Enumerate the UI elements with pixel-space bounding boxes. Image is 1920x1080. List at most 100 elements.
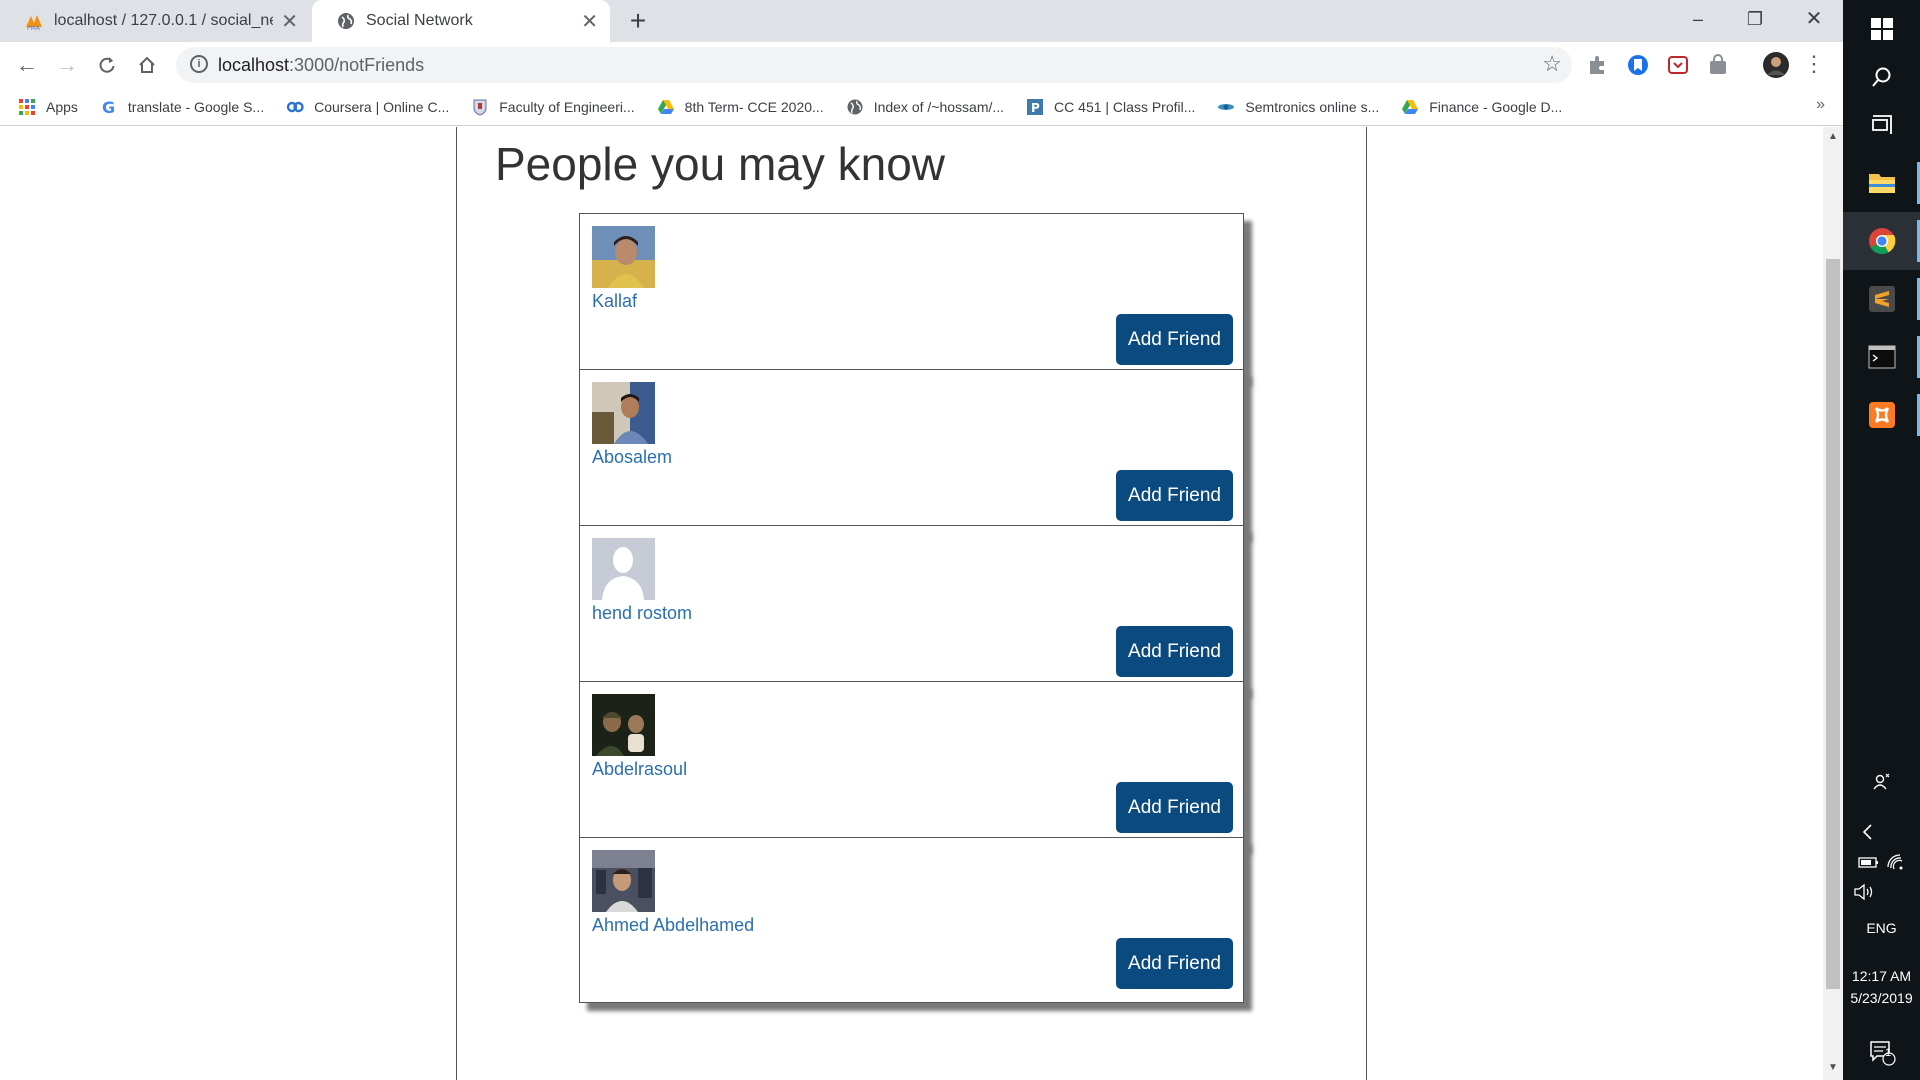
address-bar[interactable]: i localhost:3000/notFriends ☆ bbox=[176, 47, 1572, 83]
task-view-icon bbox=[1871, 115, 1892, 134]
bookmark-coursera[interactable]: Coursera | Online C... bbox=[286, 98, 449, 116]
home-icon bbox=[139, 56, 155, 73]
bookmark-semtronics[interactable]: Semtronics online s... bbox=[1217, 98, 1379, 116]
person-name-link[interactable]: Ahmed Abdelhamed bbox=[592, 915, 754, 936]
task-view-button[interactable] bbox=[1843, 96, 1920, 154]
notification-icon bbox=[1869, 1041, 1896, 1066]
windows-logo-icon bbox=[1870, 18, 1893, 40]
bookmark-star-icon[interactable]: ☆ bbox=[1542, 51, 1562, 77]
tab-title: Social Network bbox=[366, 12, 473, 29]
bookmark-index-hossam[interactable]: Index of /~hossam/... bbox=[846, 98, 1004, 116]
close-tab-icon[interactable]: ✕ bbox=[581, 9, 598, 34]
reload-button[interactable] bbox=[93, 51, 121, 79]
volume-button[interactable] bbox=[1843, 872, 1920, 912]
pocket-icon[interactable] bbox=[1666, 53, 1690, 77]
globe-icon bbox=[338, 13, 354, 29]
chrome-menu-icon[interactable]: ⋮ bbox=[1800, 50, 1828, 78]
url-text: localhost:3000/notFriends bbox=[218, 55, 424, 76]
reload-icon bbox=[99, 57, 115, 73]
notification-count-badge: 1 bbox=[1885, 1047, 1892, 1059]
apps-grid-icon bbox=[19, 98, 35, 115]
input-language-indicator[interactable]: ENG bbox=[1843, 920, 1920, 936]
avatar bbox=[592, 226, 655, 288]
bookmark-finance[interactable]: Finance - Google D... bbox=[1401, 98, 1562, 116]
bookmark-8th-term[interactable]: 8th Term- CCE 2020... bbox=[657, 98, 824, 116]
add-friend-button[interactable]: Add Friend bbox=[1116, 314, 1233, 365]
bookmark-label: Apps bbox=[46, 98, 78, 115]
bookmark-label: Faculty of Engineeri... bbox=[499, 98, 635, 115]
svg-text:PMA: PMA bbox=[27, 25, 41, 31]
taskbar-chrome[interactable] bbox=[1843, 212, 1920, 270]
bookmark-label: 8th Term- CCE 2020... bbox=[684, 98, 824, 115]
add-friend-button[interactable]: Add Friend bbox=[1116, 626, 1233, 677]
bookmarks-overflow-button[interactable]: » bbox=[1816, 96, 1825, 114]
content-container: People you may know Kallaf Add Friend Ab… bbox=[456, 127, 1367, 1080]
person-card: Ahmed Abdelhamed Add Friend bbox=[579, 837, 1244, 1003]
person-name-link[interactable]: Abosalem bbox=[592, 447, 672, 468]
close-tab-icon[interactable]: ✕ bbox=[281, 9, 298, 34]
page-scrollbar[interactable]: ▲ ▼ bbox=[1823, 127, 1843, 1080]
profile-avatar[interactable] bbox=[1762, 51, 1790, 79]
terminal-icon bbox=[1868, 345, 1895, 369]
home-button[interactable] bbox=[133, 51, 161, 79]
scroll-up-arrow-icon[interactable]: ▲ bbox=[1823, 131, 1843, 147]
sublime-text-icon bbox=[1868, 286, 1895, 312]
tab-social-network[interactable]: Social Network ✕ bbox=[312, 0, 610, 42]
extension-puzzle-icon[interactable] bbox=[1586, 53, 1610, 77]
bookmark-label: Coursera | Online C... bbox=[314, 98, 450, 115]
person-card: Abosalem Add Friend bbox=[579, 369, 1244, 535]
add-friend-button[interactable]: Add Friend bbox=[1116, 782, 1233, 833]
bookmark-label: Semtronics online s... bbox=[1245, 98, 1380, 115]
add-friend-button[interactable]: Add Friend bbox=[1116, 938, 1233, 989]
battery-icon[interactable] bbox=[1857, 855, 1879, 869]
restore-button[interactable]: ❐ bbox=[1727, 0, 1783, 38]
phpmyadmin-icon: PMA bbox=[26, 15, 42, 31]
minimize-button[interactable]: – bbox=[1670, 0, 1726, 38]
svg-text:G: G bbox=[102, 98, 115, 116]
people-button[interactable] bbox=[1843, 762, 1920, 802]
clock-time[interactable]: 12:17 AM bbox=[1843, 968, 1920, 984]
back-button[interactable]: ← bbox=[13, 51, 41, 79]
url-path: :3000/notFriends bbox=[289, 55, 425, 75]
taskbar-sublime-text[interactable] bbox=[1843, 270, 1920, 328]
avatar bbox=[592, 694, 655, 756]
volume-icon bbox=[1854, 883, 1873, 901]
person-card: hend rostom Add Friend bbox=[579, 525, 1244, 691]
bookmark-faculty[interactable]: Faculty of Engineeri... bbox=[471, 98, 635, 116]
person-card: Kallaf Add Friend bbox=[579, 213, 1244, 379]
action-center-button[interactable]: 1 bbox=[1843, 1030, 1920, 1076]
forward-button[interactable]: → bbox=[53, 51, 81, 79]
bookmarks-bar: Apps G translate - Google S... Coursera … bbox=[0, 88, 1843, 126]
close-window-button[interactable]: ✕ bbox=[1786, 0, 1842, 38]
page-viewport: People you may know Kallaf Add Friend Ab… bbox=[0, 127, 1843, 1080]
scrollbar-thumb[interactable] bbox=[1826, 259, 1840, 989]
tab-strip: PMA localhost / 127.0.0.1 / social_netw … bbox=[0, 0, 1843, 42]
taskbar-file-explorer[interactable] bbox=[1843, 154, 1920, 212]
clock-date[interactable]: 5/23/2019 bbox=[1843, 990, 1920, 1006]
bookmark-translate[interactable]: G translate - Google S... bbox=[100, 98, 264, 116]
person-name-link[interactable]: Kallaf bbox=[592, 291, 637, 312]
new-tab-button[interactable]: + bbox=[622, 5, 654, 37]
url-host: localhost bbox=[218, 55, 290, 75]
chevron-left-icon bbox=[1862, 824, 1872, 840]
taskbar-xampp[interactable] bbox=[1843, 386, 1920, 444]
shopping-bag-icon[interactable] bbox=[1706, 53, 1730, 77]
add-friend-button[interactable]: Add Friend bbox=[1116, 470, 1233, 521]
windows-taskbar: ENG 12:17 AM 5/23/2019 1 bbox=[1843, 0, 1920, 1080]
tab-title: localhost / 127.0.0.1 / social_netw bbox=[54, 12, 274, 29]
bookmark-apps[interactable]: Apps bbox=[18, 98, 78, 116]
bookmark-extension-icon[interactable] bbox=[1626, 53, 1650, 77]
bookmark-cc451[interactable]: P CC 451 | Class Profil... bbox=[1026, 98, 1195, 116]
wifi-icon[interactable] bbox=[1886, 853, 1906, 871]
tab-phpmyadmin[interactable]: PMA localhost / 127.0.0.1 / social_netw … bbox=[0, 0, 310, 42]
semtronics-icon bbox=[1218, 103, 1235, 110]
avatar bbox=[592, 382, 655, 444]
scroll-down-arrow-icon[interactable]: ▼ bbox=[1823, 1062, 1843, 1078]
avatar bbox=[592, 850, 655, 912]
default-avatar bbox=[592, 538, 655, 600]
taskbar-terminal[interactable] bbox=[1843, 328, 1920, 386]
person-name-link[interactable]: hend rostom bbox=[592, 603, 692, 624]
person-name-link[interactable]: Abdelrasoul bbox=[592, 759, 687, 780]
university-crest-icon bbox=[473, 99, 487, 116]
info-icon[interactable]: i bbox=[190, 55, 208, 73]
